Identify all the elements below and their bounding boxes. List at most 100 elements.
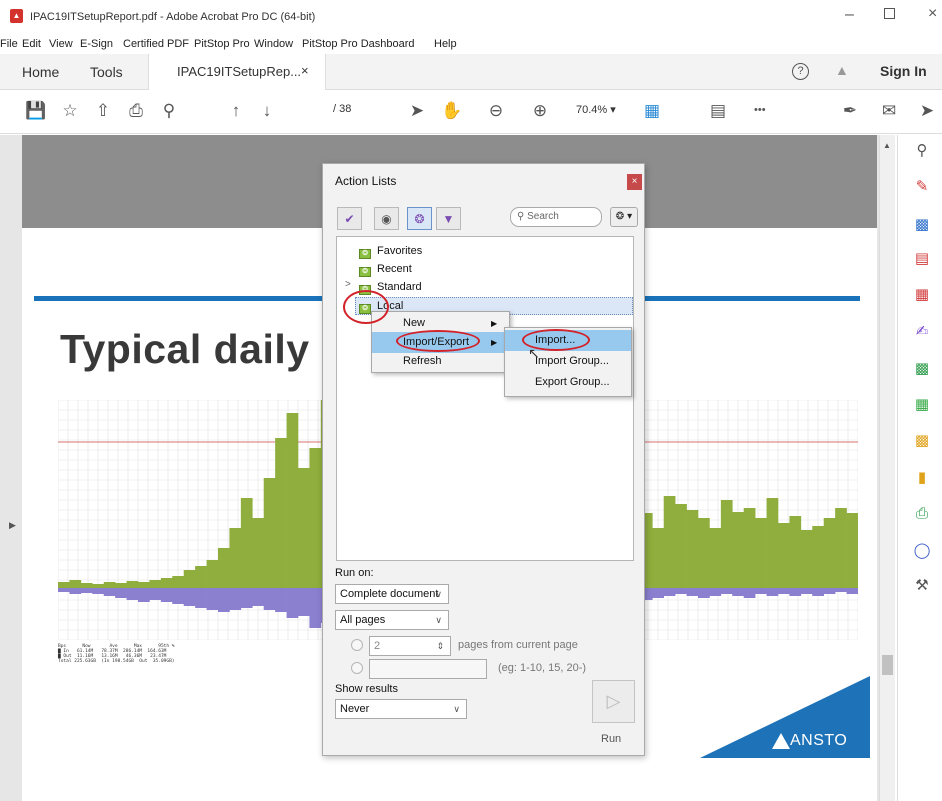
- vertical-scrollbar[interactable]: ▲: [879, 135, 895, 801]
- chart-bar-out: [252, 588, 265, 606]
- left-panel-toggle[interactable]: ▶: [9, 520, 16, 531]
- menu-pitstop-pro[interactable]: PitStop Pro: [194, 38, 250, 50]
- search-tool-icon[interactable]: ⚲: [912, 141, 932, 161]
- upload-icon[interactable]: ⇧: [91, 100, 115, 122]
- page-range-input[interactable]: [369, 659, 487, 679]
- tree-node-favorites[interactable]: ❂ Favorites: [359, 243, 422, 259]
- chart-bar-out: [263, 588, 276, 610]
- ansto-logo-icon: [772, 733, 790, 749]
- sign-in-link[interactable]: Sign In: [880, 63, 927, 79]
- pointer-icon[interactable]: ➤: [405, 100, 429, 122]
- tab-document-label: IPAC19ITSetupRep...: [177, 64, 302, 79]
- chart-bar-out: [663, 588, 676, 596]
- fit-icon[interactable]: ▦: [640, 100, 664, 122]
- chart-bar-out: [103, 588, 116, 596]
- menu-file[interactable]: File: [0, 38, 18, 50]
- menu-item-label: Refresh: [403, 355, 442, 367]
- maximize-button[interactable]: [884, 8, 895, 19]
- menu-edit[interactable]: Edit: [22, 38, 41, 50]
- comment-icon[interactable]: ▮: [912, 468, 932, 488]
- menu-item-refresh[interactable]: Refresh: [372, 351, 509, 372]
- run-on-select[interactable]: Complete document ∨: [335, 584, 449, 604]
- menu-esign[interactable]: E-Sign: [80, 38, 113, 50]
- export-pdf-icon[interactable]: ▩: [912, 215, 932, 235]
- mail-icon[interactable]: ✉: [877, 100, 901, 122]
- chart-bar-in: [252, 518, 265, 588]
- scroll-thumb[interactable]: [882, 655, 893, 675]
- menu-help[interactable]: Help: [434, 38, 457, 50]
- tab-tools[interactable]: Tools: [90, 54, 123, 90]
- hand-icon[interactable]: ✋: [440, 100, 464, 122]
- pages-count-spinner[interactable]: 2 ⇕: [369, 636, 451, 656]
- zoom-dropdown[interactable]: 70.4% ▾: [576, 103, 616, 116]
- page-up-icon[interactable]: ↑: [224, 100, 248, 122]
- chart-bar-in: [126, 581, 139, 588]
- zoom-out-magnifier-icon[interactable]: ⚲: [157, 100, 181, 122]
- bell-icon[interactable]: ▲: [835, 62, 849, 78]
- scroll-icon[interactable]: ▤: [706, 100, 730, 122]
- pages-from-current-radio[interactable]: [351, 639, 363, 651]
- action-list-tree[interactable]: ❂ Favorites ❂ Recent > ❂ Standard ❂ Local: [336, 236, 634, 561]
- menu-item-import-group[interactable]: Import Group...: [505, 351, 631, 372]
- annotation-circle-local: [343, 290, 389, 324]
- fill-sign-icon[interactable]: ✍: [912, 322, 932, 342]
- edit-pdf-icon[interactable]: ▦: [912, 285, 932, 305]
- expand-arrow-icon[interactable]: >: [345, 279, 351, 290]
- help-icon[interactable]: ?: [792, 63, 809, 80]
- menu-view[interactable]: View: [49, 38, 73, 50]
- star-icon[interactable]: ☆: [58, 100, 82, 122]
- page-down-icon[interactable]: ↓: [255, 100, 279, 122]
- tab-home[interactable]: Home: [22, 54, 59, 90]
- page-range-radio[interactable]: [351, 662, 363, 674]
- chart-bar-in: [789, 516, 802, 588]
- search-input[interactable]: ⚲ Search: [510, 207, 602, 227]
- organize-pages-icon[interactable]: ▤: [912, 249, 932, 269]
- zoom-plus-icon[interactable]: ⊕: [528, 100, 552, 122]
- funnel-filter-button[interactable]: ▼: [436, 207, 461, 230]
- protect-icon[interactable]: ▦: [912, 395, 932, 415]
- chart-bar-in: [286, 413, 299, 588]
- wrench-icon[interactable]: ⚒: [912, 576, 932, 596]
- pages-select[interactable]: All pages ∨: [335, 610, 449, 630]
- run-button[interactable]: ▷: [592, 680, 635, 723]
- close-window-button[interactable]: ×: [928, 5, 937, 23]
- dialog-close-button[interactable]: ×: [627, 174, 642, 190]
- checkmark-filter-button[interactable]: ✔: [337, 207, 362, 230]
- tab-document[interactable]: IPAC19ITSetupRep... ×: [148, 54, 326, 90]
- gear-filter-button[interactable]: ❂: [407, 207, 432, 230]
- chart-bar-out: [286, 588, 299, 618]
- chart-bar-out: [743, 588, 756, 598]
- save-icon[interactable]: 💾: [24, 100, 48, 122]
- scroll-up-arrow[interactable]: ▲: [883, 141, 891, 150]
- show-results-select[interactable]: Never ∨: [335, 699, 467, 719]
- chart-bar-in: [172, 576, 185, 588]
- menu-pitstop-dashboard[interactable]: PitStop Pro Dashboard: [302, 38, 415, 50]
- menu-certified-pdf[interactable]: Certified PDF: [123, 38, 189, 50]
- tree-node-label: Recent: [377, 263, 412, 275]
- menu-window[interactable]: Window: [254, 38, 293, 50]
- print-production-icon[interactable]: ⎙: [912, 504, 932, 524]
- tab-close-button[interactable]: ×: [301, 63, 309, 78]
- chart-bar-out: [138, 588, 150, 602]
- tree-node-recent[interactable]: ❂ Recent: [359, 261, 412, 277]
- shield-icon[interactable]: ◯: [912, 541, 932, 561]
- share-icon[interactable]: ➤: [915, 100, 939, 122]
- print-icon[interactable]: ⎙: [124, 100, 148, 122]
- show-results-label: Show results: [335, 683, 398, 695]
- chart-bar-out: [698, 588, 710, 598]
- sign-icon[interactable]: ✒: [838, 100, 862, 122]
- chart-bar-in: [183, 570, 196, 588]
- send-review-icon[interactable]: ▩: [912, 359, 932, 379]
- globe-filter-button[interactable]: ◉: [374, 207, 399, 230]
- create-pdf-icon[interactable]: ✎: [912, 177, 932, 197]
- chart-bar-in: [80, 583, 93, 588]
- show-results-value: Never: [340, 703, 370, 715]
- minimize-button[interactable]: –: [845, 6, 854, 24]
- zoom-minus-icon[interactable]: ⊖: [484, 100, 508, 122]
- menu-item-label: Import Group...: [535, 355, 609, 367]
- chart-bar-out: [846, 588, 858, 594]
- gear-menu-button[interactable]: ❂ ▾: [610, 207, 638, 227]
- more-tools-button[interactable]: •••: [754, 104, 766, 116]
- menu-item-export-group[interactable]: Export Group...: [505, 372, 631, 393]
- combine-icon[interactable]: ▩: [912, 431, 932, 451]
